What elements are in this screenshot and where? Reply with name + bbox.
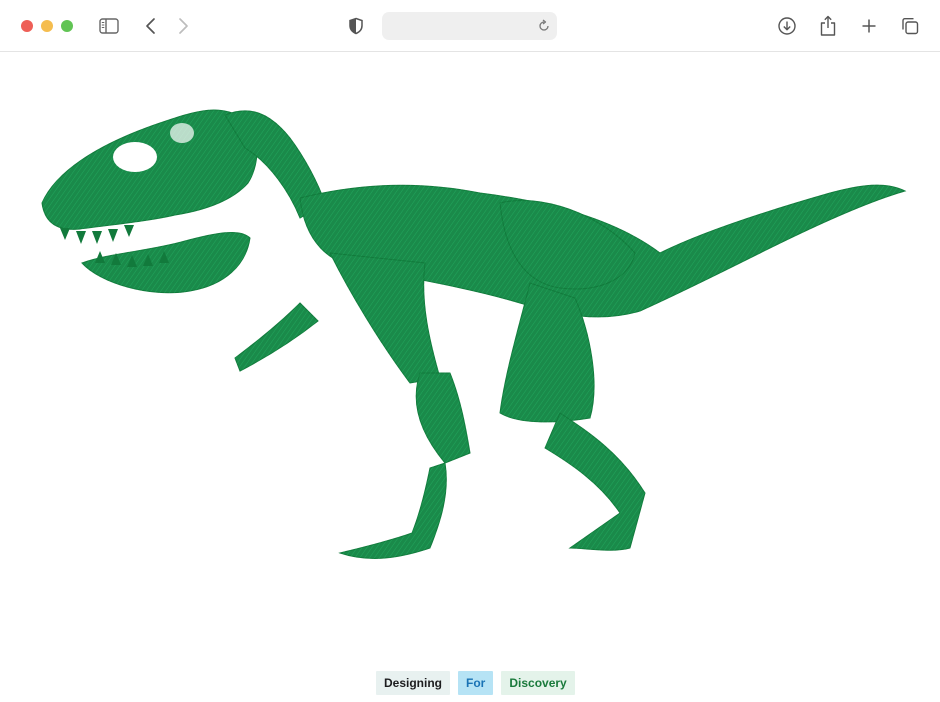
back-button[interactable] [137,12,165,40]
tag-list: Designing For Discovery [376,671,575,695]
reload-icon [539,19,549,31]
minimize-window-button[interactable] [41,20,53,32]
zoom-window-button[interactable] [61,20,73,32]
new-tab-button[interactable] [855,12,883,40]
share-icon [820,15,836,36]
privacy-shield-icon [349,17,363,35]
tag-discovery[interactable]: Discovery [501,671,575,695]
new-tab-icon [862,19,876,33]
page-content: Designing For Discovery [0,53,940,702]
forward-icon [179,18,188,34]
privacy-report-button[interactable] [342,12,370,40]
sidebar-toggle-button[interactable] [95,12,123,40]
close-window-button[interactable] [21,20,33,32]
tab-overview-icon [902,18,919,35]
reload-button[interactable] [537,19,551,33]
forward-button[interactable] [169,12,197,40]
sidebar-icon [99,18,119,34]
downloads-button[interactable] [773,12,801,40]
share-button[interactable] [814,12,842,40]
back-icon [146,18,155,34]
tag-for[interactable]: For [458,671,494,695]
tab-overview-button[interactable] [896,12,924,40]
tag-designing[interactable]: Designing [376,671,451,695]
download-icon [778,17,796,35]
t-rex-skeleton-image [0,53,940,613]
address-bar[interactable] [382,12,557,40]
browser-toolbar [0,0,940,52]
